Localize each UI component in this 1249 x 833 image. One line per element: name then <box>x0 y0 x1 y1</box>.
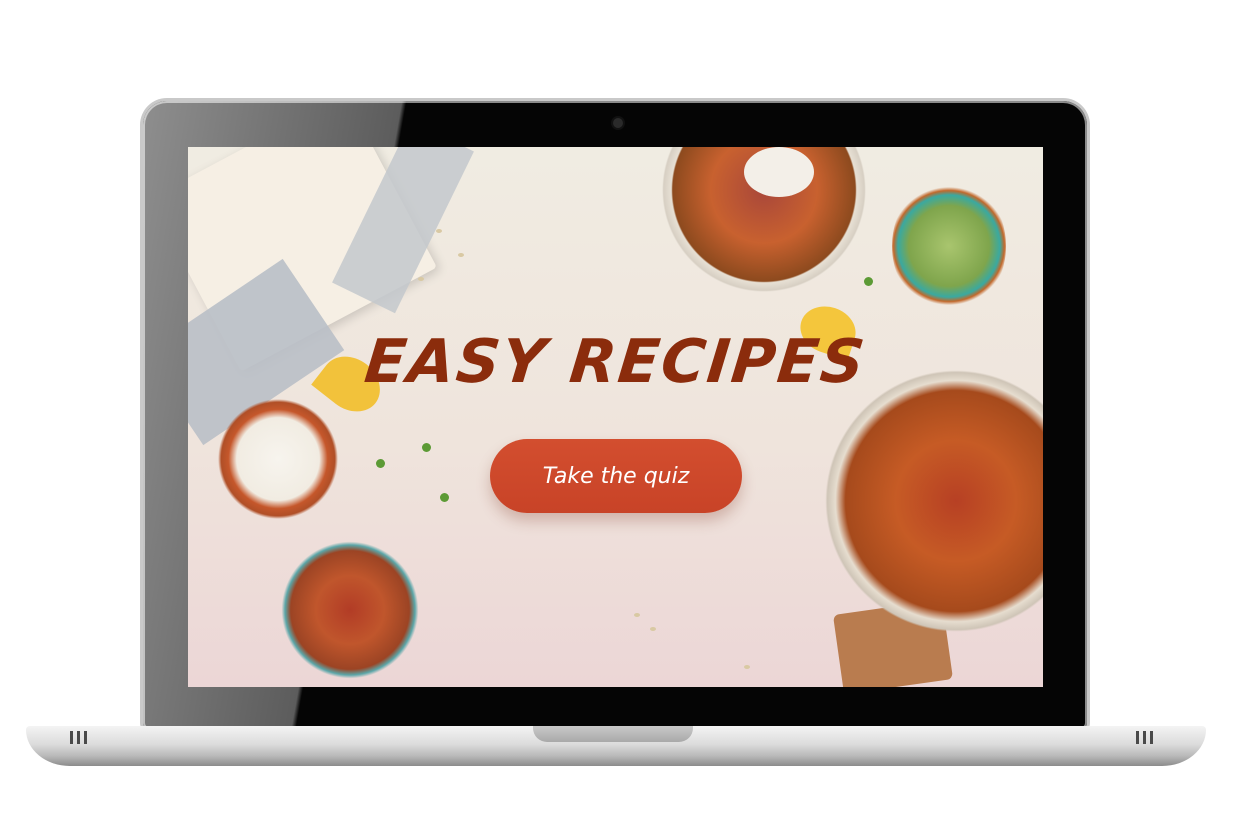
sour-cream-dollop <box>744 147 814 197</box>
guacamole-bowl <box>892 177 1006 315</box>
seed <box>634 613 640 617</box>
herb-leaf <box>376 459 385 468</box>
camera-icon <box>613 118 623 128</box>
herb-leaf <box>440 493 449 502</box>
herb-leaf <box>422 443 431 452</box>
take-quiz-button[interactable]: Take the quiz <box>490 439 742 513</box>
seed <box>744 665 750 669</box>
laptop-notch <box>533 726 693 742</box>
speaker-vent <box>1136 731 1153 744</box>
sour-cream-bowl <box>208 383 348 535</box>
seed <box>650 627 656 631</box>
laptop-screen: EASY RECIPES Take the quiz <box>188 147 1043 687</box>
seed <box>458 253 464 257</box>
bean-salad-bowl <box>274 525 426 687</box>
fries-bowl <box>820 353 1043 649</box>
seed <box>418 277 424 281</box>
herb-leaf <box>864 277 873 286</box>
seed <box>436 229 442 233</box>
page-title: EASY RECIPES <box>361 327 870 397</box>
speaker-vent <box>70 731 87 744</box>
